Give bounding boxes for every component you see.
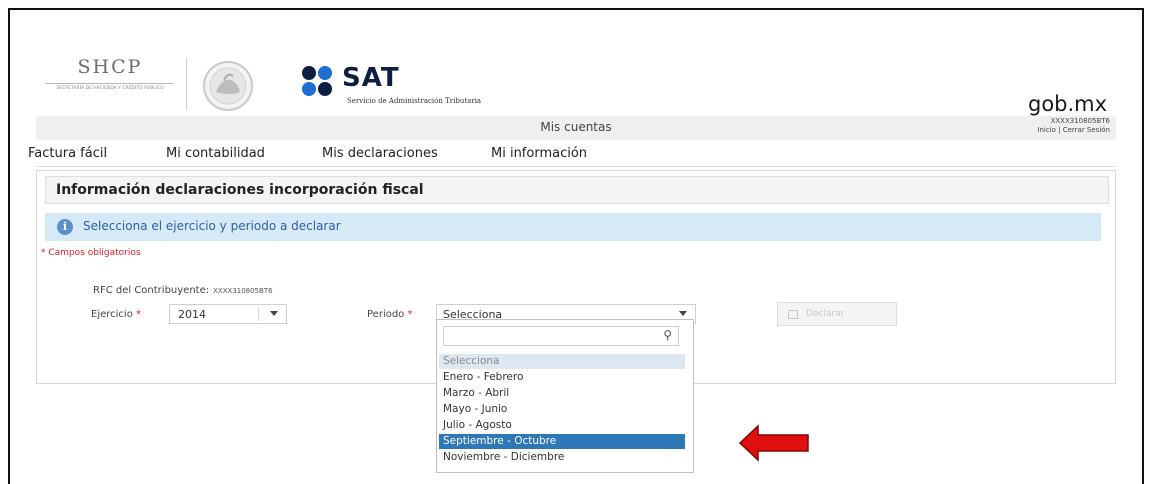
- panel-title: Información declaraciones incorporación …: [56, 182, 424, 198]
- dropdown-option-highlighted[interactable]: Septiembre - Octubre: [439, 434, 685, 449]
- search-icon: ⚲: [663, 328, 672, 342]
- dropdown-option[interactable]: Noviembre - Diciembre: [439, 450, 685, 465]
- ejercicio-selected-value: 2014: [178, 308, 206, 321]
- screenshot-frame: SHCP SECRETARÍA DE HACIENDA Y CRÉDITO PÚ…: [8, 8, 1144, 484]
- shcp-logo-text: SHCP: [77, 56, 143, 78]
- chevron-down-icon[interactable]: [270, 311, 278, 316]
- nav-item-mis-declaraciones[interactable]: Mis declaraciones: [322, 146, 438, 161]
- panel-header: Información declaraciones incorporación …: [45, 176, 1109, 204]
- nav-item-mi-contabilidad[interactable]: Mi contabilidad: [166, 146, 265, 161]
- document-icon: [788, 310, 798, 319]
- nav-divider: [36, 166, 1116, 167]
- user-info: XXXX310805BT6 Inicio | Cerrar Sesión: [1037, 117, 1110, 135]
- sat-logo-icon: [302, 66, 332, 96]
- ejercicio-label: Ejercicio *: [91, 309, 141, 320]
- top-bar: Mis cuentas XXXX310805BT6 Inicio | Cerra…: [36, 116, 1116, 140]
- nav-item-mi-informacion[interactable]: Mi información: [491, 146, 587, 161]
- required-asterisk: *: [136, 309, 141, 320]
- mexico-seal-icon: [203, 61, 253, 111]
- sat-wordmark: SAT: [342, 63, 400, 93]
- select-divider: [258, 307, 259, 321]
- periodo-label: Periodo *: [367, 309, 413, 320]
- page-section-title: Mis cuentas: [540, 120, 612, 134]
- shcp-logo-rule: [46, 83, 174, 84]
- rfc-field: RFC del Contribuyente: XXXX310805BT6: [93, 285, 273, 296]
- shcp-logo-subtitle: SECRETARÍA DE HACIENDA Y CRÉDITO PÚBLICO: [56, 86, 164, 91]
- required-asterisk: *: [407, 309, 413, 320]
- dropdown-option[interactable]: Enero - Febrero: [439, 370, 685, 385]
- declarar-button[interactable]: Declarar: [777, 302, 897, 326]
- dropdown-option[interactable]: Mayo - Junio: [439, 402, 685, 417]
- ejercicio-select[interactable]: 2014: [169, 304, 287, 324]
- info-message: Selecciona el ejercicio y periodo a decl…: [83, 219, 341, 233]
- rfc-label: RFC del Contribuyente:: [93, 285, 210, 296]
- dropdown-search-input[interactable]: ⚲: [443, 326, 679, 346]
- info-icon: i: [57, 219, 73, 235]
- logo-divider: [186, 58, 187, 110]
- periodo-dropdown: ⚲ Selecciona Enero - Febrero Marzo - Abr…: [436, 319, 694, 473]
- nav-item-factura-facil[interactable]: Factura fácil: [28, 146, 107, 161]
- dropdown-option[interactable]: Selecciona: [439, 354, 685, 369]
- declarar-label: Declarar: [806, 309, 845, 319]
- chevron-down-icon[interactable]: [679, 311, 687, 316]
- dropdown-option[interactable]: Julio - Agosto: [439, 418, 685, 433]
- required-fields-note: * Campos obligatorios: [41, 248, 141, 258]
- user-rfc: XXXX310805BT6: [1050, 117, 1110, 125]
- arrow-left-icon: [738, 424, 809, 462]
- info-alert: i Selecciona el ejercicio y periodo a de…: [45, 213, 1101, 241]
- dropdown-option[interactable]: Marzo - Abril: [439, 386, 685, 401]
- sat-subtitle: Servicio de Administración Tributaria: [347, 97, 482, 105]
- session-links[interactable]: Inicio | Cerrar Sesión: [1037, 126, 1110, 135]
- gob-mx-logo[interactable]: gob.mx: [1028, 92, 1107, 116]
- rfc-value: XXXX310805BT6: [213, 287, 273, 295]
